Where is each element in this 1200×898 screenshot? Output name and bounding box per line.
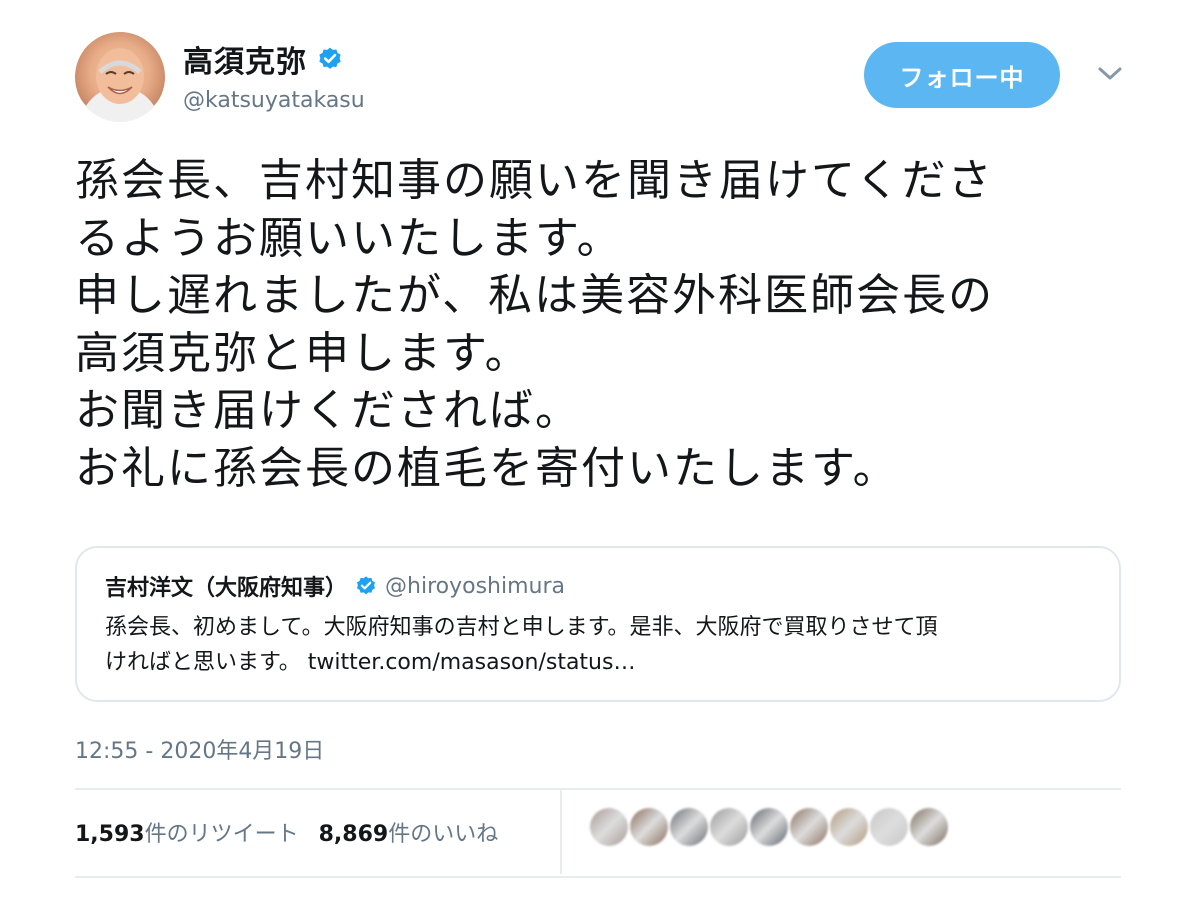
retweets-stat[interactable]: 1,593件のリツイート: [75, 816, 299, 848]
liker-avatar[interactable]: [590, 808, 628, 846]
verified-badge-icon: [357, 576, 375, 595]
likes-label: 件のいいね: [388, 822, 499, 847]
retweets-label: 件のリツイート: [144, 822, 299, 847]
chevron-down-icon[interactable]: [1097, 64, 1123, 84]
tweet-text-line: お聞き届けくだされば。: [75, 385, 581, 437]
quoted-tweet-line: ければと思います。 twitter.com/masason/status…: [105, 650, 636, 675]
quoted-tweet-line: 孫会長、初めまして。大阪府知事の吉村と申します。是非、大阪府で買取りさせて頂: [105, 615, 938, 640]
tweet-stats: 1,593件のリツイート 8,869件のいいね: [75, 816, 518, 848]
liker-avatar[interactable]: [910, 808, 948, 846]
liker-avatar[interactable]: [830, 808, 868, 846]
likes-stat[interactable]: 8,869件のいいね: [319, 816, 499, 848]
tweet-text-line: 高須克弥と申します。: [75, 327, 531, 379]
tweet-text: 孫会長、吉村知事の願いを聞き届けてくださ るようお願いいたします。 申し遅れまし…: [75, 152, 1155, 498]
quoted-tweet-header: 吉村洋文（大阪府知事） @hiroyoshimura: [105, 570, 565, 602]
liker-avatar[interactable]: [630, 808, 668, 846]
liker-avatar[interactable]: [710, 808, 748, 846]
tweet-text-line: るようお願いいたします。: [75, 212, 623, 264]
quoted-tweet-text: 孫会長、初めまして。大阪府知事の吉村と申します。是非、大阪府で買取りさせて頂 け…: [105, 610, 1105, 680]
user-avatar-icon: [80, 48, 160, 122]
tweet-text-line: お礼に孫会長の植毛を寄付いたします。: [75, 442, 899, 494]
liker-avatar[interactable]: [790, 808, 828, 846]
following-button[interactable]: フォロー中: [864, 42, 1060, 108]
quoted-author-name: 吉村洋文（大阪府知事）: [105, 576, 348, 601]
liker-avatars: [590, 808, 950, 846]
likes-count: 8,869: [318, 822, 389, 847]
stats-separator: [560, 790, 562, 874]
tweet-text-line: 申し遅れましたが、私は美容外科医師会長の: [75, 270, 995, 322]
author-handle[interactable]: @katsuyatakasu: [183, 88, 365, 113]
quoted-tweet-card[interactable]: 吉村洋文（大阪府知事） @hiroyoshimura 孫会長、初めまして。大阪府…: [75, 546, 1121, 702]
retweets-count: 1,593: [75, 822, 145, 847]
author-avatar[interactable]: [75, 32, 165, 122]
verified-badge-icon: [319, 47, 341, 69]
tweet-text-line: 孫会長、吉村知事の願いを聞き届けてくださ: [75, 155, 994, 206]
author-name-row: 高須克弥: [183, 37, 343, 81]
liker-avatar[interactable]: [870, 808, 908, 846]
liker-avatar[interactable]: [670, 808, 708, 846]
liker-avatar[interactable]: [750, 808, 788, 846]
divider: [75, 788, 1121, 790]
quoted-author-handle: @hiroyoshimura: [385, 573, 565, 599]
divider: [75, 876, 1121, 878]
author-display-name[interactable]: 高須克弥: [183, 37, 307, 81]
tweet-timestamp[interactable]: 12:55 - 2020年4月19日: [75, 733, 324, 765]
